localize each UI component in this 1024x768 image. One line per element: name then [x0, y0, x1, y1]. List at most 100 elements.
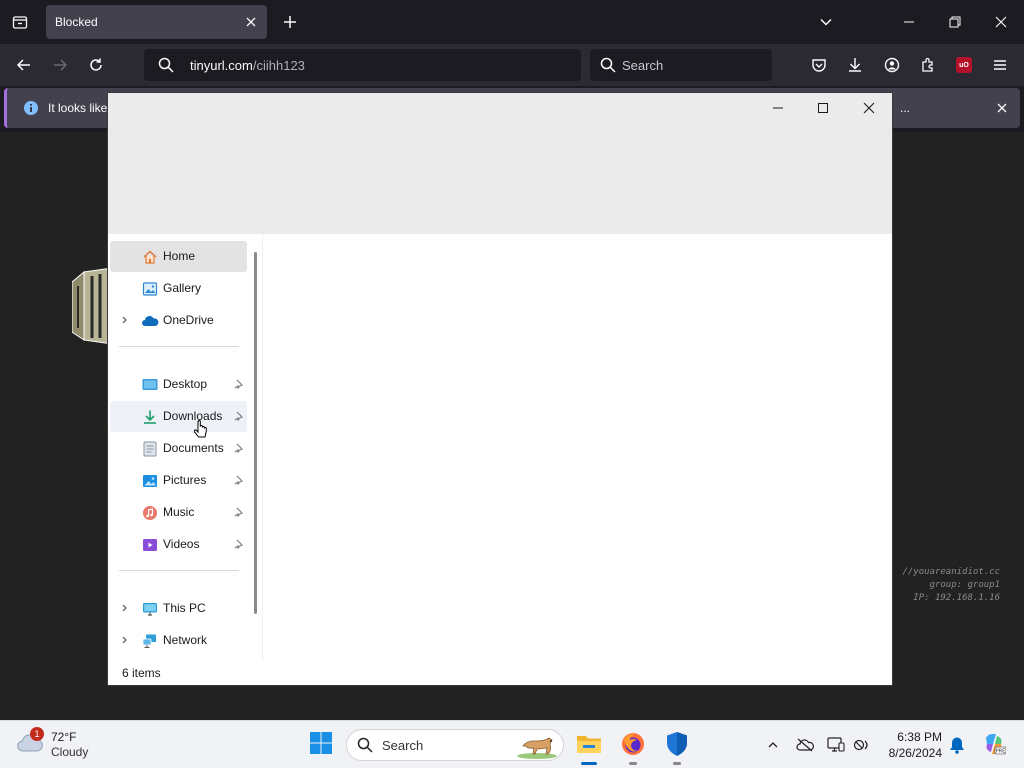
notification-bell-icon[interactable] — [947, 735, 967, 755]
nav-item-documents[interactable]: Documents — [110, 433, 247, 464]
pin-icon — [233, 411, 243, 421]
info-line: group: group1 — [929, 580, 1000, 590]
gallery-icon — [141, 280, 159, 298]
videos-icon — [141, 536, 159, 554]
minimize-icon[interactable] — [755, 95, 801, 121]
minimize-window-icon[interactable] — [895, 8, 923, 36]
nav-item-onedrive[interactable]: OneDrive — [110, 305, 247, 336]
nav-item-label: This PC — [163, 601, 206, 615]
active-app-indicator — [581, 762, 597, 765]
onedrive-offline-icon[interactable] — [795, 735, 815, 755]
reload-icon[interactable] — [84, 53, 108, 77]
svg-text:PRE: PRE — [996, 749, 1006, 755]
shield-icon — [665, 731, 689, 762]
weather-alert-badge: 1 — [30, 727, 44, 741]
home-icon — [141, 248, 159, 266]
taskbar-search[interactable]: Search — [346, 729, 564, 761]
this-pc-icon — [141, 600, 159, 618]
nav-item-music[interactable]: Music — [110, 497, 247, 528]
folder-icon — [576, 733, 602, 760]
navigation-pane: Home Gallery OneDrive Desktop Downloads … — [108, 234, 263, 661]
clock-date: 8/26/2024 — [888, 746, 942, 760]
pocket-icon[interactable] — [808, 54, 830, 76]
info-line: //youareanidiot.cc — [902, 567, 1000, 577]
onedrive-icon — [141, 312, 159, 330]
chevron-right-icon[interactable] — [119, 314, 131, 326]
nav-divider — [119, 346, 239, 347]
nav-item-label: Network — [163, 633, 208, 647]
navigation-scrollbar[interactable] — [254, 252, 257, 614]
running-app-indicator — [673, 762, 681, 765]
ublock-origin-icon[interactable]: uO — [953, 54, 975, 76]
nav-item-label: Gallery — [163, 281, 202, 295]
forward-icon[interactable] — [48, 53, 72, 77]
nav-item-this-pc[interactable]: This PC — [110, 593, 247, 624]
explorer-header — [108, 93, 892, 234]
nav-item-label: OneDrive — [163, 313, 214, 327]
notification-more-button[interactable]: ... — [887, 98, 923, 118]
taskbar-windows-security[interactable] — [660, 729, 694, 765]
url-bar[interactable]: tinyurl.com/ciihh123 — [144, 49, 581, 81]
account-icon[interactable] — [881, 54, 903, 76]
nav-item-downloads[interactable]: Downloads — [110, 401, 247, 432]
search-bar[interactable]: Search — [590, 49, 772, 81]
tab-title: Blocked — [55, 15, 98, 29]
list-all-tabs-icon[interactable] — [816, 12, 836, 32]
network-status-icon[interactable] — [852, 735, 872, 755]
tab-strip: Blocked — [0, 0, 1024, 44]
info-icon — [23, 100, 39, 119]
clock-time: 6:38 PM — [897, 730, 942, 744]
nav-item-gallery[interactable]: Gallery — [110, 273, 247, 304]
display-icon[interactable] — [826, 735, 846, 755]
pin-icon — [233, 475, 243, 485]
close-window-icon[interactable] — [987, 8, 1015, 36]
pin-icon — [233, 539, 243, 549]
windows-logo-icon — [309, 731, 333, 760]
weather-widget[interactable]: 1 72°F Cloudy — [16, 727, 126, 763]
system-clock[interactable]: 6:38 PM 8/26/2024 — [870, 729, 942, 761]
search-placeholder: Search — [622, 58, 664, 73]
copilot-icon[interactable]: PRE — [981, 731, 1007, 757]
maximize-icon[interactable] — [800, 95, 846, 121]
close-tab-icon[interactable] — [243, 14, 259, 30]
show-hidden-icons-chevron-up-icon[interactable] — [763, 735, 783, 755]
documents-icon — [141, 440, 159, 458]
browser-tab[interactable]: Blocked — [46, 5, 267, 39]
nav-item-network[interactable]: Network — [110, 625, 247, 656]
nav-item-pictures[interactable]: Pictures — [110, 465, 247, 496]
nav-item-label: Downloads — [163, 409, 223, 423]
close-notification-icon[interactable] — [994, 100, 1010, 116]
taskbar-firefox[interactable] — [616, 729, 650, 765]
page-info-text: //youareanidiot.cc group: group1 IP: 192… — [880, 566, 1000, 605]
start-button[interactable] — [306, 730, 336, 760]
close-icon[interactable] — [846, 95, 892, 121]
menu-icon[interactable] — [989, 54, 1011, 76]
file-list-area[interactable] — [265, 234, 892, 661]
navigation-toolbar: tinyurl.com/ciihh123 Search uO — [0, 44, 1024, 86]
tab-list-icon[interactable] — [8, 10, 32, 34]
downloads-toolbar-icon[interactable] — [844, 54, 866, 76]
nav-item-home[interactable]: Home — [110, 241, 247, 272]
chevron-right-icon[interactable] — [119, 602, 131, 614]
nav-item-desktop[interactable]: Desktop — [110, 369, 247, 400]
back-icon[interactable] — [12, 53, 36, 77]
extensions-icon[interactable] — [917, 54, 939, 76]
chevron-right-icon[interactable] — [119, 634, 131, 646]
url-host: tinyurl.com — [190, 58, 253, 73]
notification-text: It looks like — [48, 101, 108, 115]
pictures-icon — [141, 472, 159, 490]
music-icon — [141, 504, 159, 522]
taskbar-search-label: Search — [382, 738, 424, 753]
url-path: /ciihh123 — [252, 58, 305, 73]
taskbar-file-explorer[interactable] — [572, 729, 606, 765]
search-highlight-dog-icon — [515, 732, 559, 763]
pixel-art-image — [71, 267, 113, 351]
nav-item-label: Videos — [163, 537, 200, 551]
pin-icon — [233, 379, 243, 389]
nav-item-label: Desktop — [163, 377, 208, 391]
desktop-icon — [141, 376, 159, 394]
nav-item-label: Pictures — [163, 473, 207, 487]
restore-window-icon[interactable] — [941, 8, 969, 36]
nav-item-videos[interactable]: Videos — [110, 529, 247, 560]
new-tab-icon[interactable] — [280, 12, 300, 32]
